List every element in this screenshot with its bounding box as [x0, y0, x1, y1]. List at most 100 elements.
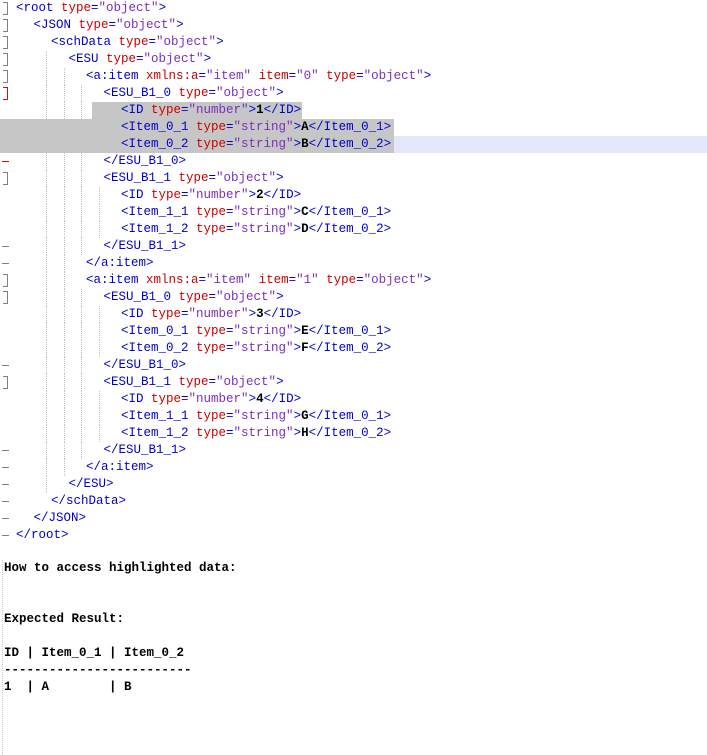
gutter-fold-open[interactable]: [0, 51, 12, 68]
gutter-fold-open[interactable]: [0, 0, 12, 17]
code-line[interactable]: <Item_1_1 type="string">C</Item_0_1>: [0, 204, 707, 221]
gutter-fold-end[interactable]: [0, 153, 12, 170]
indent-guide: [63, 170, 65, 187]
indent-guide: [46, 272, 47, 289]
code-line[interactable]: <root type="object">: [0, 0, 707, 17]
token-eq: =: [226, 205, 234, 219]
code-line[interactable]: </ESU>: [0, 476, 707, 493]
token-tag: <ESU_B1_0: [103, 86, 179, 100]
token-eq: =: [356, 69, 364, 83]
gutter-fold-open[interactable]: [0, 272, 12, 289]
code-line[interactable]: <ESU_B1_1 type="object">: [0, 170, 707, 187]
gutter-fold-end[interactable]: [0, 255, 12, 272]
token-tag: >: [248, 103, 257, 117]
code-text: </JSON>: [34, 510, 87, 527]
code-line[interactable]: </a:item>: [0, 459, 707, 476]
code-line[interactable]: <ID type="number">4</ID>: [0, 391, 707, 408]
token-attr: type: [118, 35, 149, 49]
fold-bracket-icon[interactable]: [3, 19, 8, 32]
code-text: <ESU_B1_0 type="object">: [104, 85, 284, 102]
code-text: </ESU_B1_1>: [104, 442, 187, 459]
gutter-fold-end[interactable]: [0, 493, 12, 510]
token-eq: =: [208, 375, 217, 389]
token-tag: [251, 273, 259, 287]
gutter-fold-end[interactable]: [0, 442, 12, 459]
code-line[interactable]: <Item_0_2 type="string">B</Item_0_2>: [0, 136, 707, 153]
code-line[interactable]: </a:item>: [0, 255, 707, 272]
gutter-fold-open[interactable]: [0, 85, 12, 102]
indent-guide: [98, 306, 100, 323]
fold-bracket-icon[interactable]: [3, 53, 8, 66]
token-attr: type: [151, 307, 182, 321]
code-line[interactable]: <JSON type="object">: [0, 17, 707, 34]
token-tag: <ESU: [68, 52, 107, 66]
gutter-fold-open[interactable]: [0, 68, 12, 85]
code-line[interactable]: <Item_1_2 type="string">H</Item_0_2>: [0, 425, 707, 442]
code-line[interactable]: <Item_0_1 type="string">E</Item_0_1>: [0, 323, 707, 340]
token-tag: [319, 69, 327, 83]
notes-blank-line: [0, 577, 707, 594]
code-line[interactable]: </ESU_B1_0>: [0, 357, 707, 374]
code-line[interactable]: <ESU type="object">: [0, 51, 707, 68]
fold-bracket-icon[interactable]: [3, 2, 8, 15]
fold-end-tick-icon: [2, 246, 9, 247]
code-line[interactable]: </root>: [0, 527, 707, 544]
code-line[interactable]: <ID type="number">1</ID>: [0, 102, 707, 119]
gutter-empty: [0, 425, 12, 442]
token-tag: </ID>: [263, 188, 302, 202]
gutter-fold-open[interactable]: [0, 289, 12, 306]
code-line[interactable]: <ESU_B1_0 type="object">: [0, 289, 707, 306]
token-attr: item: [258, 273, 289, 287]
token-tag: </a:item>: [86, 256, 154, 270]
indent-guide: [98, 340, 100, 357]
code-line[interactable]: <a:item xmlns:a="item" item="0" type="ob…: [0, 68, 707, 85]
fold-bracket-icon[interactable]: [3, 87, 8, 100]
token-eq: =: [226, 341, 234, 355]
gutter-fold-open[interactable]: [0, 34, 12, 51]
fold-bracket-icon[interactable]: [3, 172, 8, 185]
gutter-fold-open[interactable]: [0, 374, 12, 391]
gutter-fold-open[interactable]: [0, 170, 12, 187]
fold-bracket-icon[interactable]: [3, 70, 8, 83]
code-text: <schData type="object">: [51, 34, 224, 51]
code-line[interactable]: <ESU_B1_1 type="object">: [0, 374, 707, 391]
code-text: <Item_1_1 type="string">G</Item_0_1>: [121, 408, 391, 425]
gutter-fold-end[interactable]: [0, 510, 12, 527]
code-line[interactable]: </JSON>: [0, 510, 707, 527]
fold-bracket-icon[interactable]: [3, 291, 8, 304]
code-line[interactable]: </ESU_B1_1>: [0, 238, 707, 255]
token-attr: type: [151, 188, 182, 202]
code-line[interactable]: <Item_0_2 type="string">F</Item_0_2>: [0, 340, 707, 357]
token-txt: C: [301, 205, 309, 219]
gutter-empty: [0, 306, 12, 323]
code-line[interactable]: <ID type="number">2</ID>: [0, 187, 707, 204]
code-line[interactable]: <Item_1_1 type="string">G</Item_0_1>: [0, 408, 707, 425]
gutter-fold-end[interactable]: [0, 459, 12, 476]
token-attr: item: [258, 69, 289, 83]
code-line[interactable]: <ID type="number">3</ID>: [0, 306, 707, 323]
code-line[interactable]: <ESU_B1_0 type="object">: [0, 85, 707, 102]
token-tag: </Item_0_2>: [308, 426, 392, 440]
code-text: <Item_0_1 type="string">A</Item_0_1>: [121, 119, 391, 136]
indent-guide: [46, 153, 47, 170]
gutter-fold-open[interactable]: [0, 17, 12, 34]
code-line[interactable]: <Item_0_1 type="string">A</Item_0_1>: [0, 119, 707, 136]
code-line[interactable]: </schData>: [0, 493, 707, 510]
code-line[interactable]: <schData type="object">: [0, 34, 707, 51]
token-val: "object": [116, 18, 177, 32]
indent-guide: [63, 255, 65, 272]
gutter-fold-end[interactable]: [0, 357, 12, 374]
code-line[interactable]: </ESU_B1_1>: [0, 442, 707, 459]
token-eq: =: [226, 426, 234, 440]
token-tag: >: [423, 273, 432, 287]
gutter-fold-end[interactable]: [0, 527, 12, 544]
xml-code-editor[interactable]: <root type="object"> <JSON type="object">…: [0, 0, 707, 544]
fold-bracket-icon[interactable]: [3, 376, 8, 389]
code-line[interactable]: </ESU_B1_0>: [0, 153, 707, 170]
fold-bracket-icon[interactable]: [3, 36, 8, 49]
code-line[interactable]: <Item_1_2 type="string">D</Item_0_2>: [0, 221, 707, 238]
fold-bracket-icon[interactable]: [3, 274, 8, 287]
gutter-fold-end[interactable]: [0, 476, 12, 493]
gutter-fold-end[interactable]: [0, 238, 12, 255]
code-line[interactable]: <a:item xmlns:a="item" item="1" type="ob…: [0, 272, 707, 289]
